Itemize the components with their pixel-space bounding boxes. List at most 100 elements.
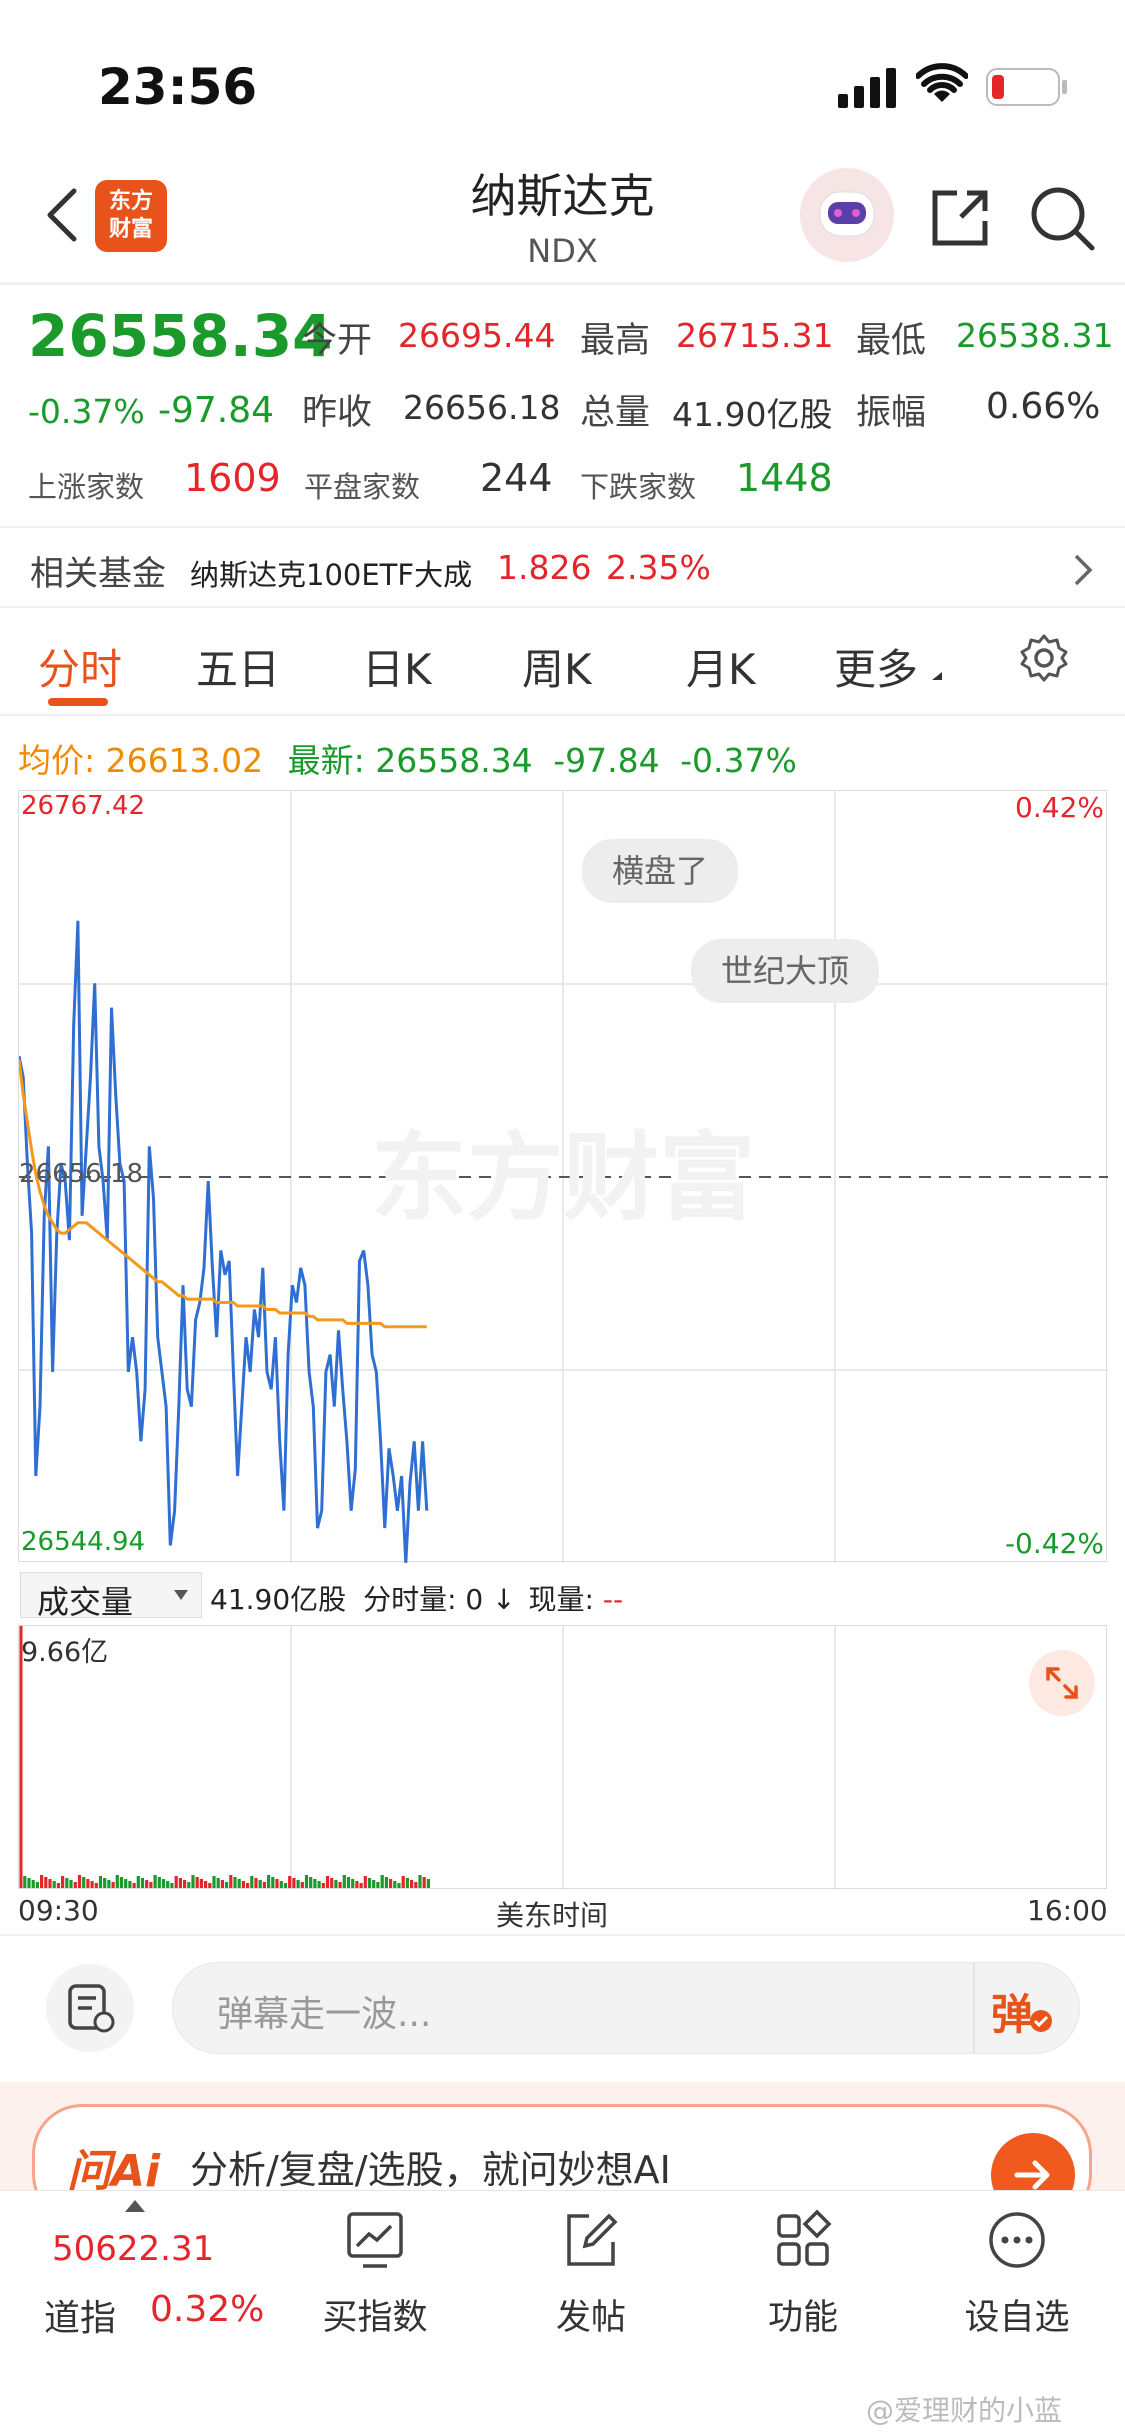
volume-bar	[73, 1882, 77, 1888]
more-circle-icon[interactable]	[982, 2205, 1052, 2275]
volume-bar	[288, 1876, 292, 1888]
post-icon[interactable]	[556, 2205, 626, 2275]
volume-bar	[258, 1880, 262, 1888]
volume-bar	[229, 1875, 233, 1888]
chevron-right-icon	[1074, 554, 1093, 586]
low-label: 最低	[856, 321, 927, 361]
tab-five-day[interactable]: 五日	[196, 636, 280, 697]
low-value: 26538.31	[956, 316, 1114, 355]
volume-bar	[330, 1878, 334, 1888]
volume-bar	[271, 1877, 275, 1888]
volume-bar	[313, 1879, 317, 1888]
index-value[interactable]: 50622.31	[52, 2229, 214, 2269]
volume-bar	[86, 1879, 90, 1888]
nav-add-watchlist[interactable]: 设自选	[937, 2289, 1097, 2340]
tab-monthly-k[interactable]: 月K	[686, 636, 756, 697]
tab-daily-k[interactable]: 日K	[362, 636, 432, 697]
volume-bar	[94, 1883, 98, 1888]
tab-intraday[interactable]: 分时	[38, 636, 122, 697]
volume-bar	[267, 1875, 271, 1888]
volume-selector[interactable]: 成交量	[20, 1572, 202, 1621]
up-count-label: 上涨家数	[28, 470, 145, 504]
y-mid-label: 26656.18	[19, 1159, 144, 1189]
fund-price: 1.826	[497, 548, 592, 587]
volume-bar	[90, 1881, 94, 1888]
settings-button[interactable]	[1016, 630, 1072, 686]
tab-weekly-k[interactable]: 周K	[522, 636, 592, 697]
volume-selector-label: 成交量	[37, 1583, 134, 1621]
index-name[interactable]: 道指	[44, 2289, 116, 2341]
volume-bar	[397, 1883, 401, 1888]
volume-bar	[426, 1879, 430, 1888]
search-button[interactable]	[1024, 180, 1100, 256]
volume-bar	[283, 1883, 288, 1888]
intraday-chart[interactable]: 东方财富 26767.42 26656.18 26544.94 0.42% -0…	[18, 790, 1108, 1563]
comment-placeholder: 弹幕走一波...	[217, 1994, 432, 2035]
volume-bar	[275, 1879, 279, 1888]
volume-bar	[136, 1876, 140, 1888]
gear-icon	[1020, 634, 1068, 682]
check-badge-icon	[1030, 2010, 1052, 2032]
index-change[interactable]: 0.32%	[150, 2289, 264, 2330]
volume-info: 41.90亿股 分时量: 0 ↓ 现量: --	[210, 1578, 623, 1618]
nav-post[interactable]: 发帖	[511, 2289, 671, 2340]
volume-bar	[410, 1880, 414, 1888]
volume-bar	[82, 1877, 86, 1888]
volume-bar	[31, 1880, 35, 1888]
volume-bar	[237, 1879, 241, 1888]
volume-bar	[170, 1883, 174, 1888]
volume-bar	[359, 1883, 363, 1888]
volume-bar	[300, 1882, 304, 1888]
danmaku-bubble[interactable]: 世纪大顶	[691, 939, 880, 1003]
change-pct: -0.37%	[28, 392, 145, 431]
volume-bar	[119, 1877, 124, 1888]
volume-max-label: 9.66亿	[21, 1637, 109, 1668]
amplitude-label: 振幅	[856, 393, 927, 433]
volume-bar	[254, 1878, 258, 1888]
expand-button[interactable]	[1029, 1650, 1095, 1716]
flat-count-label: 平盘家数	[304, 470, 421, 504]
volume-bar	[367, 1878, 372, 1888]
prev-close-label: 昨收	[302, 393, 373, 433]
volume-bar	[304, 1875, 309, 1888]
chart-watermark: 东方财富	[371, 1125, 755, 1232]
share-button[interactable]	[922, 180, 998, 256]
signal-icon	[838, 66, 898, 108]
change-value: -97.84	[158, 390, 275, 431]
nav-functions[interactable]: 功能	[723, 2289, 883, 2340]
volume-label: 总量	[580, 393, 651, 433]
volume-bar	[132, 1883, 136, 1888]
danmaku-send-button[interactable]: 弹	[991, 1981, 1063, 2039]
volume-bar	[166, 1881, 170, 1888]
status-time: 23:56	[98, 58, 258, 116]
volume-bar	[40, 1875, 44, 1888]
danmaku-bubble[interactable]: 横盘了	[582, 839, 739, 903]
note-button[interactable]	[46, 1964, 134, 2052]
volume-bar	[111, 1882, 115, 1888]
buy-index-icon[interactable]	[340, 2205, 410, 2275]
tab-more[interactable]: 更多	[834, 636, 918, 697]
volume-bar	[422, 1877, 426, 1888]
avg-price: 26613.02	[105, 741, 264, 780]
volume-bar	[183, 1880, 187, 1888]
volume-bar	[363, 1876, 367, 1888]
nav-buy-index[interactable]: 买指数	[295, 2289, 455, 2340]
robot-avatar-icon[interactable]	[800, 168, 894, 262]
functions-icon[interactable]	[768, 2205, 838, 2275]
danmaku-send-label: 弹	[991, 1990, 1034, 2039]
comment-input[interactable]: 弹幕走一波... 弹	[172, 1962, 1080, 2054]
related-fund-row[interactable]: 相关基金 纳斯达克100ETF大成 1.826 2.35%	[0, 530, 1125, 606]
volume-bar	[77, 1875, 82, 1888]
volume-bar	[98, 1876, 103, 1888]
volume-bar	[204, 1881, 208, 1888]
amplitude-value: 0.66%	[986, 386, 1101, 427]
volume-bar	[262, 1882, 266, 1888]
volume-chart[interactable]: 9.66亿	[18, 1625, 1107, 1890]
high-value: 26715.31	[676, 316, 834, 355]
share-icon	[932, 190, 988, 246]
expand-icon	[1046, 1667, 1078, 1699]
volume-bar	[351, 1879, 355, 1888]
volume-bar	[321, 1883, 325, 1888]
volume-bar	[384, 1877, 388, 1888]
y-top-label: 26767.42	[21, 791, 146, 821]
